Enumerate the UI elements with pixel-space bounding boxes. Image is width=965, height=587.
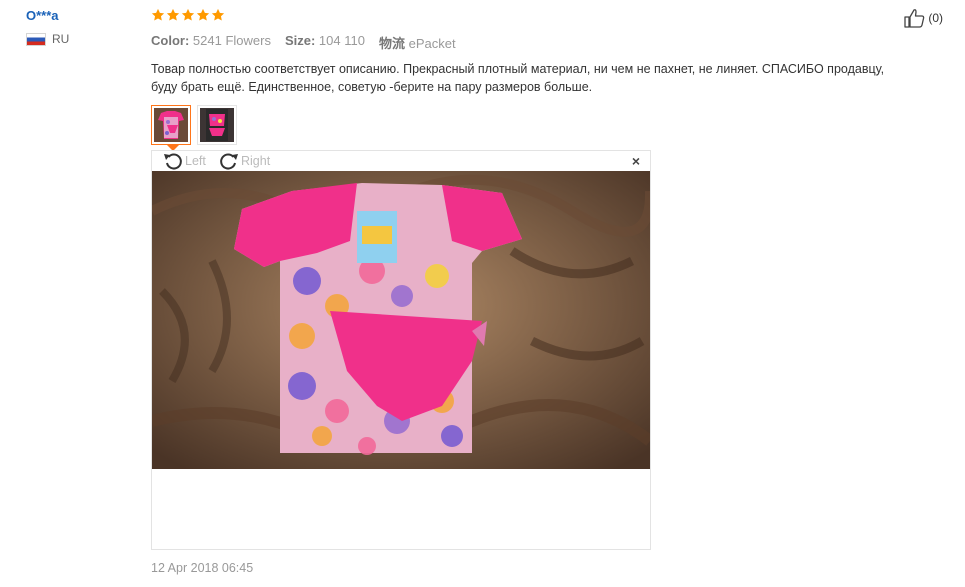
color-value: 5241 Flowers [192, 33, 271, 48]
star-icon [181, 8, 195, 21]
rotate-right-icon [220, 153, 238, 170]
rotate-left-button[interactable]: Left [162, 151, 206, 171]
rotate-left-label: Left [185, 154, 206, 168]
photo-thumbnail-1[interactable] [151, 105, 191, 151]
reviewer-country: RU [26, 32, 136, 46]
rotate-right-label: Right [241, 154, 271, 168]
star-icon [211, 8, 225, 21]
star-rating [151, 6, 911, 26]
photo-viewer: Left Right × [151, 150, 651, 550]
star-icon [196, 8, 210, 21]
viewer-toolbar: Left Right × [152, 151, 650, 172]
thumbnail-image [154, 108, 188, 142]
country-code: RU [52, 32, 70, 46]
review-text: Товар полностью соответствует описанию. … [151, 62, 885, 94]
helpful-button[interactable]: (0) [903, 8, 943, 28]
size-value: 104 110 [318, 33, 365, 48]
thumbnail-image [200, 108, 234, 142]
order-info: Color: 5241 Flowers Size: 104 110 物流 ePa… [151, 33, 911, 52]
rotate-right-button[interactable]: Right [218, 151, 270, 171]
reviewer-name[interactable]: O***a [26, 8, 136, 23]
review-photo [152, 171, 650, 469]
shipping-label: 物流 [378, 36, 405, 51]
star-icon [166, 8, 180, 21]
thumbs-up-icon [904, 9, 925, 28]
close-viewer-button[interactable]: × [632, 154, 640, 168]
rotate-left-icon [164, 153, 182, 170]
review-photo-thumbnails [151, 105, 911, 151]
size-info: Size: 104 110 [285, 33, 365, 52]
color-label: Color: [151, 33, 190, 48]
shipping-info: 物流 ePacket [379, 33, 456, 52]
review-date: 12 Apr 2018 06:45 [151, 561, 254, 575]
helpful-count: (0) [928, 11, 943, 25]
reviewer-info: O***a RU [26, 8, 136, 46]
review-body: Color: 5241 Flowers Size: 104 110 物流 ePa… [151, 6, 911, 151]
russia-flag-icon [26, 32, 46, 46]
shipping-value: ePacket [408, 36, 456, 51]
photo-thumbnail-2[interactable] [197, 105, 237, 145]
size-label: Size: [284, 33, 316, 48]
color-info: Color: 5241 Flowers [151, 33, 271, 52]
star-icon [151, 8, 165, 21]
